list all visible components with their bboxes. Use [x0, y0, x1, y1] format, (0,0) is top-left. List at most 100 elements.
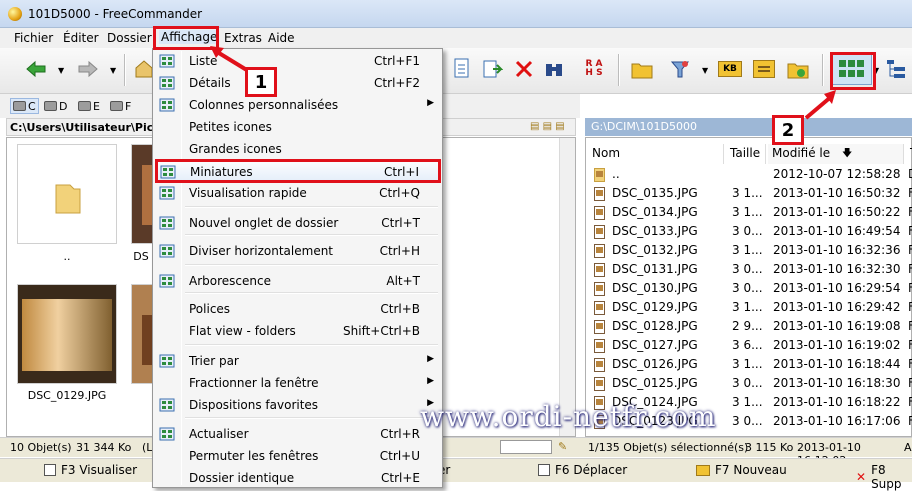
- menu-extras[interactable]: Extras: [224, 31, 262, 45]
- column-size-header[interactable]: Taille: [726, 144, 766, 164]
- right-path-bar[interactable]: G:\DCIM\101D5000: [585, 118, 912, 136]
- sync-folder-icon[interactable]: [784, 55, 812, 83]
- back-dropdown-icon[interactable]: ▼: [58, 66, 64, 75]
- copy-button[interactable]: [478, 55, 506, 83]
- binoculars-icon[interactable]: [540, 55, 568, 83]
- menu-separator: [185, 292, 438, 294]
- menu-item-grandes-icones[interactable]: Grandes icones: [155, 139, 440, 159]
- menu-item-arborescence[interactable]: Arborescence Alt+T: [155, 271, 440, 291]
- file-row[interactable]: DSC_0129.JPG 3 1... 2013-01-10 16:29:42 F: [592, 300, 912, 319]
- menu-item-nouvel-onglet-de-dossier[interactable]: Nouvel onglet de dossier Ctrl+T: [155, 213, 440, 233]
- jpg-file-icon: [594, 244, 605, 258]
- f8-label: F8 Supp: [871, 463, 902, 491]
- compare-icon[interactable]: [750, 55, 778, 83]
- thumbnail-parent[interactable]: [17, 144, 117, 244]
- filter-edit-icon[interactable]: ✎: [558, 440, 567, 453]
- menu-item-details[interactable]: Détails Ctrl+F2: [155, 73, 440, 93]
- file-name: DSC_0132.JPG: [612, 243, 698, 257]
- drive-icon: [78, 101, 91, 111]
- menu-editer[interactable]: Éditer: [63, 31, 99, 45]
- column-label: Nom: [592, 146, 621, 160]
- menu-item-colonnes-personnalisees[interactable]: Colonnes personnalisées ▶: [155, 95, 440, 115]
- drive-f-button[interactable]: F: [110, 98, 131, 114]
- quick-view-icon: [159, 185, 175, 201]
- drive-e-button[interactable]: E: [78, 98, 100, 114]
- back-button[interactable]: [22, 55, 50, 83]
- column-name-header[interactable]: Nom: [588, 144, 724, 164]
- submenu-arrow-icon: ▶: [427, 376, 434, 386]
- file-row[interactable]: DSC_0128.JPG 2 9... 2013-01-10 16:19:08 F: [592, 319, 912, 338]
- quick-filter-input[interactable]: [500, 440, 552, 454]
- file-date: 2013-01-10 16:32:30: [773, 262, 901, 276]
- right-path-text: G:\DCIM\101D5000: [591, 120, 697, 133]
- file-name: DSC_0134.JPG: [612, 205, 698, 219]
- arrow-2-icon: [804, 90, 836, 120]
- file-row[interactable]: DSC_0130.JPG 3 0... 2013-01-10 16:29:54 F: [592, 281, 912, 300]
- menu-item-shortcut: Ctrl+H: [379, 244, 420, 258]
- new-folder-icon[interactable]: [628, 55, 656, 83]
- file-row[interactable]: DSC_0126.JPG 3 1... 2013-01-10 16:18:44 F: [592, 357, 912, 376]
- f3-label: F3 Visualiser: [61, 463, 138, 477]
- menu-dossier[interactable]: Dossier: [107, 31, 152, 45]
- file-type: D: [908, 167, 912, 181]
- menu-aide[interactable]: Aide: [268, 31, 295, 45]
- file-size: 3 1...: [732, 205, 763, 219]
- file-date: 2013-01-10 16:32:36: [773, 243, 901, 257]
- menu-item-visualisation-rapide[interactable]: Visualisation rapide Ctrl+Q: [155, 183, 440, 203]
- menu-item-polices[interactable]: Polices Ctrl+B: [155, 299, 440, 319]
- menu-item-shortcut: Ctrl+B: [380, 302, 420, 316]
- menu-item-actualiser[interactable]: Actualiser Ctrl+R: [155, 424, 440, 444]
- column-type-header[interactable]: T: [906, 144, 912, 164]
- drive-d-button[interactable]: D: [44, 98, 67, 114]
- list-view-icon: [159, 53, 175, 69]
- menu-item-label: Permuter les fenêtres: [189, 449, 319, 463]
- menu-fichier[interactable]: Fichier: [14, 31, 53, 45]
- file-row[interactable]: DSC_0132.JPG 3 1... 2013-01-10 16:32:36 F: [592, 243, 912, 262]
- thumbnail-photo-dsc0129[interactable]: [17, 284, 117, 384]
- f6-move-button[interactable]: F6 Déplacer: [538, 463, 627, 477]
- status-left-selection: (L: [142, 441, 153, 454]
- new-file-button[interactable]: [448, 55, 476, 83]
- file-row[interactable]: DSC_0135.JPG 3 1... 2013-01-10 16:50:32 F: [592, 186, 912, 205]
- menu-item-diviser-horizontalement[interactable]: Diviser horizontalement Ctrl+H: [155, 241, 440, 261]
- f3-view-button[interactable]: F3 Visualiser: [44, 463, 137, 477]
- filter-dropdown-icon[interactable]: ▼: [702, 66, 708, 75]
- tree-view-icon[interactable]: [882, 55, 910, 83]
- file-name: DSC_0126.JPG: [612, 357, 698, 371]
- jpg-file-icon: [594, 339, 605, 353]
- f8-delete-button[interactable]: ✕ F8 Supp: [856, 463, 912, 491]
- menu-item-fractionner-la-fenetre[interactable]: Fractionner la fenêtre ▶: [155, 373, 440, 393]
- jpg-file-icon: [594, 206, 605, 220]
- delete-button[interactable]: [510, 55, 538, 83]
- file-row[interactable]: DSC_0127.JPG 3 6... 2013-01-10 16:19:02 F: [592, 338, 912, 357]
- menu-item-dispositions-favorites[interactable]: Dispositions favorites ▶: [155, 395, 440, 415]
- refresh-icon: [159, 426, 175, 442]
- forward-dropdown-icon[interactable]: ▼: [110, 66, 116, 75]
- menu-item-dossier-identique[interactable]: Dossier identique Ctrl+E: [155, 468, 440, 488]
- forward-button[interactable]: [74, 55, 102, 83]
- file-name: DSC_0133.JPG: [612, 224, 698, 238]
- drive-c-button[interactable]: C: [10, 98, 39, 114]
- column-date-header[interactable]: Modifié le 🡇: [768, 144, 904, 164]
- file-date: 2013-01-10 16:18:30: [773, 376, 901, 390]
- column-label: Modifié le: [772, 146, 831, 160]
- menu-item-flat-view-folders[interactable]: Flat view - folders Shift+Ctrl+B: [155, 321, 440, 341]
- file-row[interactable]: DSC_0133.JPG 3 0... 2013-01-10 16:49:54 F: [592, 224, 912, 243]
- jpg-file-icon: [594, 377, 605, 391]
- left-path-folder-icons[interactable]: ▤ ▤ ▤: [530, 121, 565, 132]
- menu-item-petites-icones[interactable]: Petites icones: [155, 117, 440, 137]
- file-row[interactable]: .. 2012-10-07 12:58:28 D: [592, 167, 912, 186]
- menu-item-trier-par[interactable]: Trier par ▶: [155, 351, 440, 371]
- attributes-icon[interactable]: R AH S: [580, 55, 608, 83]
- menu-separator: [185, 417, 438, 419]
- f7-new-button[interactable]: F7 Nouveau: [696, 463, 787, 477]
- file-row[interactable]: DSC_0134.JPG 3 1... 2013-01-10 16:50:22 F: [592, 205, 912, 224]
- menu-item-liste[interactable]: Liste Ctrl+F1: [155, 51, 440, 71]
- file-row[interactable]: DSC_0125.JPG 3 0... 2013-01-10 16:18:30 F: [592, 376, 912, 395]
- file-row[interactable]: DSC_0131.JPG 3 0... 2013-01-10 16:32:30 F: [592, 262, 912, 281]
- status-bar: 10 Objet(s) 31 344 Ko (L ✎ 1/135 Objet(s…: [0, 437, 912, 467]
- left-scrollbar[interactable]: [559, 138, 575, 436]
- menu-item-permuter-les-fenetres[interactable]: Permuter les fenêtres Ctrl+U: [155, 446, 440, 466]
- kb-size-icon[interactable]: KB: [716, 55, 744, 83]
- filter-icon[interactable]: [666, 55, 694, 83]
